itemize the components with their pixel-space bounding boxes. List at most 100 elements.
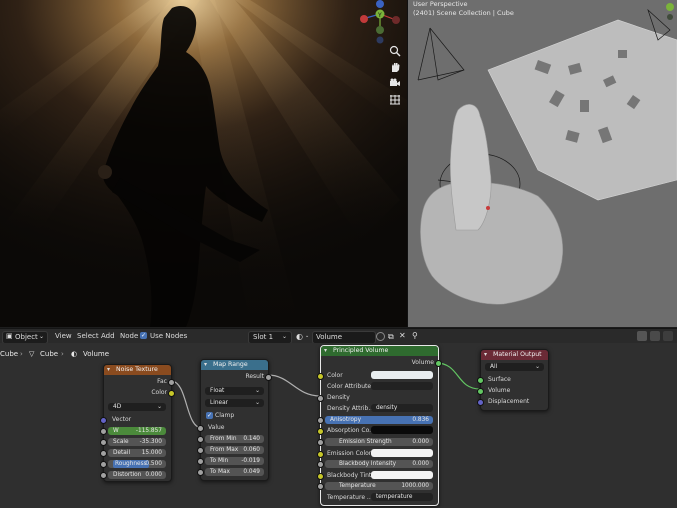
socket-displacement-in[interactable] bbox=[477, 399, 484, 406]
density-label: Density bbox=[327, 394, 350, 401]
blackbody-intensity-field[interactable]: Blackbody Intensity 0.000 bbox=[325, 460, 433, 468]
from-min-field[interactable]: From Min 0.140 bbox=[205, 435, 264, 443]
distortion-value: 0.000 bbox=[145, 472, 162, 478]
socket-emission-color-in[interactable] bbox=[317, 451, 324, 458]
zoom-icon[interactable] bbox=[389, 45, 401, 57]
3d-viewport[interactable]: User Perspective (2401) Scene Collection… bbox=[408, 0, 677, 327]
dimensions-dropdown[interactable]: 4D ⌄ bbox=[108, 403, 166, 411]
socket-color-in[interactable] bbox=[317, 373, 324, 380]
socket-from-min-in[interactable] bbox=[197, 436, 204, 443]
socket-result-out[interactable] bbox=[265, 374, 272, 381]
overlay-toggle-icon[interactable] bbox=[637, 331, 647, 341]
output-target-dropdown[interactable]: All ⌄ bbox=[485, 363, 544, 371]
fake-user-icon[interactable] bbox=[376, 332, 385, 341]
socket-w-in[interactable] bbox=[100, 428, 107, 435]
distortion-field[interactable]: Distortion 0.000 bbox=[108, 471, 166, 479]
area-divider[interactable] bbox=[407, 0, 408, 327]
socket-emission-strength-in[interactable] bbox=[317, 439, 324, 446]
menu-add[interactable]: Add bbox=[101, 332, 115, 340]
navigation-gizmo[interactable]: Y bbox=[356, 0, 406, 44]
from-max-field[interactable]: From Max 0.060 bbox=[205, 446, 264, 454]
data-type-dropdown[interactable]: Float ⌄ bbox=[205, 387, 264, 395]
menu-node[interactable]: Node bbox=[120, 332, 138, 340]
pan-hand-icon[interactable] bbox=[389, 61, 401, 73]
sidebar-toggle-icon[interactable] bbox=[663, 331, 673, 341]
socket-roughness-in[interactable] bbox=[100, 461, 107, 468]
anisotropy-field[interactable]: Anisotropy 0.836 bbox=[325, 416, 433, 424]
absorption-color-label: Absorption Co... bbox=[327, 427, 375, 434]
socket-blackbody-intensity-in[interactable] bbox=[317, 461, 324, 468]
scale-label: Scale bbox=[113, 439, 129, 445]
socket-distortion-in[interactable] bbox=[100, 472, 107, 479]
clamp-checkbox[interactable]: ✓ bbox=[206, 412, 213, 419]
socket-scale-in[interactable] bbox=[100, 439, 107, 446]
blackbody-tint-swatch[interactable] bbox=[371, 471, 433, 479]
temperature-label: Temperature bbox=[339, 483, 376, 489]
color-swatch[interactable] bbox=[371, 371, 433, 379]
duplicate-icon[interactable]: ⧉ bbox=[388, 332, 394, 342]
socket-detail-in[interactable] bbox=[100, 450, 107, 457]
navigation-gizmo[interactable] bbox=[662, 0, 677, 20]
menu-view[interactable]: View bbox=[55, 332, 72, 340]
material-browse-icon[interactable]: ◐ bbox=[296, 332, 303, 341]
detail-field[interactable]: Detail 15.000 bbox=[108, 449, 166, 457]
to-max-label: To Max bbox=[210, 469, 230, 475]
node-editor-header: ▣ Object ⌄ View Select Add Node ✓ Use No… bbox=[0, 328, 677, 344]
socket-to-min-in[interactable] bbox=[197, 458, 204, 465]
absorption-color-swatch[interactable] bbox=[371, 426, 433, 434]
socket-color-out[interactable] bbox=[168, 390, 175, 397]
principled-volume-title[interactable]: Principled Volume bbox=[321, 346, 438, 356]
temperature-field[interactable]: Temperature 1000.000 bbox=[325, 482, 433, 490]
socket-from-max-in[interactable] bbox=[197, 447, 204, 454]
socket-value-in[interactable] bbox=[197, 425, 204, 432]
density-attribute-field[interactable]: density bbox=[371, 404, 433, 412]
socket-volume-in[interactable] bbox=[477, 388, 484, 395]
scale-field[interactable]: Scale -35.300 bbox=[108, 438, 166, 446]
blackbody-tint-label: Blackbody Tint bbox=[327, 472, 372, 479]
map-range-title[interactable]: Map Range bbox=[201, 360, 268, 370]
socket-blackbody-tint-in[interactable] bbox=[317, 473, 324, 480]
socket-anisotropy-in[interactable] bbox=[317, 417, 324, 424]
camera-icon[interactable] bbox=[389, 77, 401, 89]
map-range-node[interactable]: Map Range Result Float ⌄ Linear ⌄ ✓ Clam… bbox=[197, 359, 272, 481]
socket-vector-in[interactable] bbox=[100, 417, 107, 424]
temperature-attribute-field[interactable]: temperature bbox=[371, 493, 433, 501]
to-min-label: To Min bbox=[210, 458, 229, 464]
to-max-field[interactable]: To Max 0.049 bbox=[205, 468, 264, 476]
noise-texture-title[interactable]: Noise Texture bbox=[104, 365, 171, 375]
interpolation-dropdown[interactable]: Linear ⌄ bbox=[205, 399, 264, 407]
material-name: Volume bbox=[316, 333, 343, 341]
use-nodes-checkbox[interactable]: ✓ bbox=[140, 332, 147, 339]
node-editor-canvas[interactable]: Cube › ▽ Cube › ◐ Volume Noise Texture F… bbox=[0, 343, 677, 508]
socket-temperature-in[interactable] bbox=[317, 483, 324, 490]
emission-strength-label: Emission Strength bbox=[339, 439, 392, 445]
roughness-field[interactable]: Roughness 0.500 bbox=[108, 460, 166, 468]
socket-volume-out[interactable] bbox=[435, 360, 442, 367]
material-output-node[interactable]: Material Output All ⌄ Surface Volume Dis… bbox=[477, 349, 549, 411]
w-field[interactable]: W -115.857 bbox=[108, 427, 166, 435]
pin-icon[interactable]: ⚲ bbox=[412, 331, 418, 340]
socket-to-max-in[interactable] bbox=[197, 469, 204, 476]
socket-surface-in[interactable] bbox=[477, 377, 484, 384]
socket-density-in[interactable] bbox=[317, 395, 324, 402]
principled-volume-node[interactable]: Principled Volume Volume Color Color Att… bbox=[317, 345, 442, 506]
scale-value: -35.300 bbox=[139, 439, 162, 445]
emission-color-swatch[interactable] bbox=[371, 449, 433, 457]
socket-absorption-in[interactable] bbox=[317, 428, 324, 435]
material-output-title[interactable]: Material Output bbox=[481, 350, 548, 360]
close-icon[interactable]: ✕ bbox=[399, 331, 406, 340]
socket-fac-out[interactable] bbox=[168, 379, 175, 386]
snap-icon[interactable] bbox=[650, 331, 660, 341]
chevron-down-icon: ⌄ bbox=[39, 333, 45, 340]
render-viewport[interactable] bbox=[0, 0, 407, 327]
color-attribute-field[interactable] bbox=[371, 382, 433, 390]
noise-texture-node[interactable]: Noise Texture Fac Color 4D ⌄ Vector W -1… bbox=[100, 364, 175, 482]
chevron-down-icon: ⌄ bbox=[535, 364, 540, 370]
emission-strength-field[interactable]: Emission Strength 0.000 bbox=[325, 438, 433, 446]
to-min-field[interactable]: To Min -0.019 bbox=[205, 457, 264, 465]
render-image bbox=[0, 0, 407, 327]
roughness-value: 0.500 bbox=[145, 461, 162, 467]
menu-select[interactable]: Select bbox=[77, 332, 99, 340]
grid-icon[interactable] bbox=[389, 93, 401, 105]
data-type-value: Float bbox=[210, 388, 225, 394]
